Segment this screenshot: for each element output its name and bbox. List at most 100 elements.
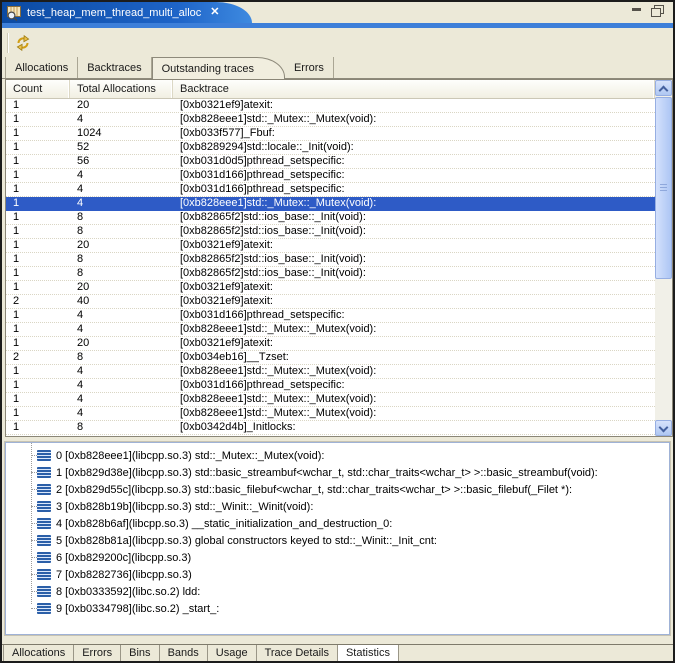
- stack-frame-icon: [37, 552, 51, 563]
- table-body: 120[0xb0321ef9]atexit:14[0xb828eee1]std:…: [6, 99, 655, 436]
- backtrace-frame-label: 3 [0xb828b19b](libcpp.so.3) std::_Winit:…: [56, 501, 313, 513]
- table-row[interactable]: 156[0xb031d0d5]pthread_setspecific:: [6, 155, 655, 169]
- cell-total-allocations: 20: [70, 99, 173, 112]
- cell-backtrace: [0xb0321ef9]atexit:: [173, 337, 655, 350]
- bottom-tab-trace-details[interactable]: Trace Details: [257, 645, 338, 661]
- bottom-tab-errors[interactable]: Errors: [74, 645, 121, 661]
- refresh-button[interactable]: [13, 33, 33, 53]
- cell-backtrace: [0xb828eee1]std::_Mutex::_Mutex(void):: [173, 113, 655, 126]
- table-row[interactable]: 18[0xb82865f2]std::ios_base::_Init(void)…: [6, 267, 655, 281]
- table-row[interactable]: 18[0xb82865f2]std::ios_base::_Init(void)…: [6, 225, 655, 239]
- cell-total-allocations: 4: [70, 183, 173, 196]
- table-row[interactable]: 11024[0xb033f577]_Fbuf:: [6, 127, 655, 141]
- table-row[interactable]: 14[0xb828eee1]std::_Mutex::_Mutex(void):: [6, 197, 655, 211]
- table-row[interactable]: 18[0xb0342d4b]_Initlocks:: [6, 421, 655, 435]
- column-header-backtrace[interactable]: Backtrace: [173, 80, 655, 98]
- column-header-total-allocations[interactable]: Total Allocations: [70, 80, 173, 98]
- backtrace-frame-label: 2 [0xb829d55c](libcpp.so.3) std::basic_f…: [56, 484, 572, 496]
- cell-count: 1: [6, 169, 70, 182]
- bottom-tabs-bar: AllocationsErrorsBinsBandsUsageTrace Det…: [2, 644, 673, 661]
- bottom-tab-allocations[interactable]: Allocations: [3, 645, 74, 661]
- cell-count: 1: [6, 197, 70, 210]
- table-row[interactable]: 120[0xb0321ef9]atexit:: [6, 99, 655, 113]
- bottom-tab-usage[interactable]: Usage: [208, 645, 257, 661]
- cell-total-allocations: 4: [70, 365, 173, 378]
- cell-backtrace: [0xb828eee1]std::_Mutex::_Mutex(void):: [173, 407, 655, 420]
- cell-total-allocations: 40: [70, 295, 173, 308]
- bottom-tab-bands[interactable]: Bands: [160, 645, 208, 661]
- cell-count: 1: [6, 281, 70, 294]
- stack-frame-icon: [37, 501, 51, 512]
- table-row[interactable]: 18[0xb82865f2]std::ios_base::_Init(void)…: [6, 253, 655, 267]
- cell-count: 1: [6, 155, 70, 168]
- cell-total-allocations: 1024: [70, 127, 173, 140]
- scrollbar-up-icon[interactable]: [655, 80, 672, 96]
- table-row[interactable]: 28[0xb034eb16]__Tzset:: [6, 351, 655, 365]
- cell-count: 1: [6, 309, 70, 322]
- scrollbar-thumb[interactable]: [655, 97, 672, 279]
- backtrace-frame-item[interactable]: 8 [0xb0333592](libc.so.2) ldd:: [6, 583, 669, 600]
- backtrace-frame-item[interactable]: 9 [0xb0334798](libc.so.2) _start_:: [6, 600, 669, 617]
- memory-analysis-icon: [6, 5, 22, 21]
- cell-count: 1: [6, 127, 70, 140]
- scrollbar-track[interactable]: [655, 96, 672, 420]
- bottom-tab-statistics[interactable]: Statistics: [338, 645, 399, 661]
- tab-outstanding-traces[interactable]: Outstanding traces: [152, 57, 285, 79]
- table-row[interactable]: 14[0xb031d166]pthread_setspecific:: [6, 309, 655, 323]
- backtrace-frame-label: 5 [0xb828b81a](libcpp.so.3) global const…: [56, 535, 437, 547]
- backtrace-frame-item[interactable]: 3 [0xb828b19b](libcpp.so.3) std::_Winit:…: [6, 498, 669, 515]
- backtrace-frame-item[interactable]: 0 [0xb828eee1](libcpp.so.3) std::_Mutex:…: [6, 447, 669, 464]
- toolbar-drag-handle[interactable]: [7, 33, 9, 53]
- table-header-row: Count Total Allocations Backtrace: [6, 80, 655, 99]
- cell-count: 2: [6, 351, 70, 364]
- table-row[interactable]: 14[0xb828eee1]std::_Mutex::_Mutex(void):: [6, 393, 655, 407]
- table-row[interactable]: 14[0xb031d166]pthread_setspecific:: [6, 379, 655, 393]
- cell-backtrace: [0xb031d166]pthread_setspecific:: [173, 183, 655, 196]
- table-row[interactable]: 18[0xb82865f2]std::ios_base::_Init(void)…: [6, 211, 655, 225]
- tab-allocations[interactable]: Allocations: [5, 57, 78, 78]
- refresh-icon: [14, 34, 32, 52]
- scrollbar-down-icon[interactable]: [655, 420, 672, 436]
- table-row[interactable]: 120[0xb0321ef9]atexit:: [6, 239, 655, 253]
- backtrace-frame-item[interactable]: 5 [0xb828b81a](libcpp.so.3) global const…: [6, 532, 669, 549]
- column-header-count[interactable]: Count: [6, 80, 70, 98]
- cell-total-allocations: 4: [70, 379, 173, 392]
- table-row[interactable]: 120[0xb0321ef9]atexit:: [6, 281, 655, 295]
- view-title-tab[interactable]: test_heap_mem_thread_multi_alloc ✕: [2, 2, 252, 23]
- cell-total-allocations: 8: [70, 421, 173, 434]
- table-row[interactable]: 152[0xb8289294]std::locale::_Init(void):: [6, 141, 655, 155]
- tab-errors[interactable]: Errors: [285, 57, 334, 78]
- cell-total-allocations: 8: [70, 211, 173, 224]
- backtrace-frame-item[interactable]: 7 [0xb8282736](libcpp.so.3): [6, 566, 669, 583]
- table-row[interactable]: 14[0xb828eee1]std::_Mutex::_Mutex(void):: [6, 407, 655, 421]
- restore-icon[interactable]: [651, 5, 663, 16]
- bottom-tab-bins[interactable]: Bins: [121, 645, 159, 661]
- backtrace-frame-item[interactable]: 4 [0xb828b6af](libcpp.so.3) __static_ini…: [6, 515, 669, 532]
- table-row[interactable]: 240[0xb0321ef9]atexit:: [6, 295, 655, 309]
- backtrace-frame-item[interactable]: 1 [0xb829d38e](libcpp.so.3) std::basic_s…: [6, 464, 669, 481]
- backtrace-frame-label: 9 [0xb0334798](libc.so.2) _start_:: [56, 603, 219, 615]
- backtrace-tree: 0 [0xb828eee1](libcpp.so.3) std::_Mutex:…: [6, 443, 669, 634]
- backtrace-frame-item[interactable]: 6 [0xb829200c](libcpp.so.3): [6, 549, 669, 566]
- table-row[interactable]: 14[0xb031d166]pthread_setspecific:: [6, 183, 655, 197]
- tab-backtraces[interactable]: Backtraces: [78, 57, 151, 78]
- table-row[interactable]: 14[0xb828eee1]std::_Mutex::_Mutex(void):: [6, 323, 655, 337]
- cell-count: 1: [6, 267, 70, 280]
- cell-total-allocations: 52: [70, 141, 173, 154]
- close-icon[interactable]: ✕: [210, 7, 219, 18]
- trace-tabs-bar: AllocationsBacktracesOutstanding tracesE…: [2, 57, 673, 79]
- minimize-icon[interactable]: [632, 6, 642, 16]
- table-row[interactable]: 14[0xb031d166]pthread_setspecific:: [6, 169, 655, 183]
- vertical-scrollbar[interactable]: [655, 80, 672, 436]
- table-row[interactable]: 120[0xb0321ef9]atexit:: [6, 337, 655, 351]
- backtrace-detail-panel: 0 [0xb828eee1](libcpp.so.3) std::_Mutex:…: [5, 442, 670, 635]
- cell-count: 1: [6, 379, 70, 392]
- cell-backtrace: [0xb033f577]_Fbuf:: [173, 127, 655, 140]
- backtrace-frame-item[interactable]: 2 [0xb829d55c](libcpp.so.3) std::basic_f…: [6, 481, 669, 498]
- cell-total-allocations: 8: [70, 253, 173, 266]
- cell-backtrace: [0xb031d166]pthread_setspecific:: [173, 169, 655, 182]
- table-row[interactable]: 14[0xb828eee1]std::_Mutex::_Mutex(void):: [6, 365, 655, 379]
- cell-backtrace: [0xb031d166]pthread_setspecific:: [173, 379, 655, 392]
- table-row[interactable]: 14[0xb828eee1]std::_Mutex::_Mutex(void):: [6, 113, 655, 127]
- cell-backtrace: [0xb8289294]std::locale::_Init(void):: [173, 141, 655, 154]
